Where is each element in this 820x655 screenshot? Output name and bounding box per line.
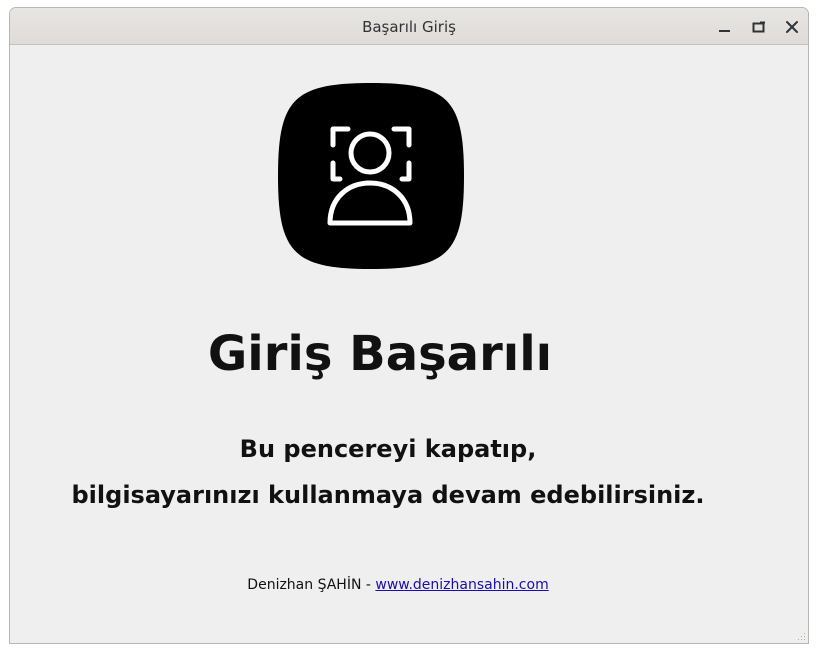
credit-separator: -	[361, 577, 376, 593]
message-line-1: Bu pencereyi kapatıp,	[239, 435, 537, 463]
window-content: Giriş Başarılı Bu pencereyi kapatıp, bil…	[10, 45, 808, 643]
window-title: Başarılı Giriş	[362, 18, 456, 36]
title-bar[interactable]: Başarılı Giriş	[10, 8, 808, 45]
app-window: Başarılı Giriş Giriş Başarılı Bu pencere…	[9, 7, 809, 644]
page-title: Giriş Başarılı	[207, 326, 553, 382]
maximize-button[interactable]	[748, 16, 770, 38]
maximize-icon	[752, 21, 765, 33]
face-id-user-icon	[278, 83, 464, 269]
minimize-button[interactable]	[714, 16, 736, 38]
message-line-2: bilgisayarınızı kullanmaya devam edebili…	[71, 481, 705, 509]
website-link[interactable]: www.denizhansahin.com	[375, 577, 548, 593]
close-button[interactable]	[781, 16, 803, 38]
author-name: Denizhan ŞAHİN	[247, 577, 362, 593]
author-credit: Denizhan ŞAHİN - www.denizhansahin.com	[10, 577, 786, 593]
resize-grip-icon[interactable]	[796, 631, 806, 641]
close-icon	[786, 21, 798, 33]
minimize-icon	[719, 30, 730, 32]
